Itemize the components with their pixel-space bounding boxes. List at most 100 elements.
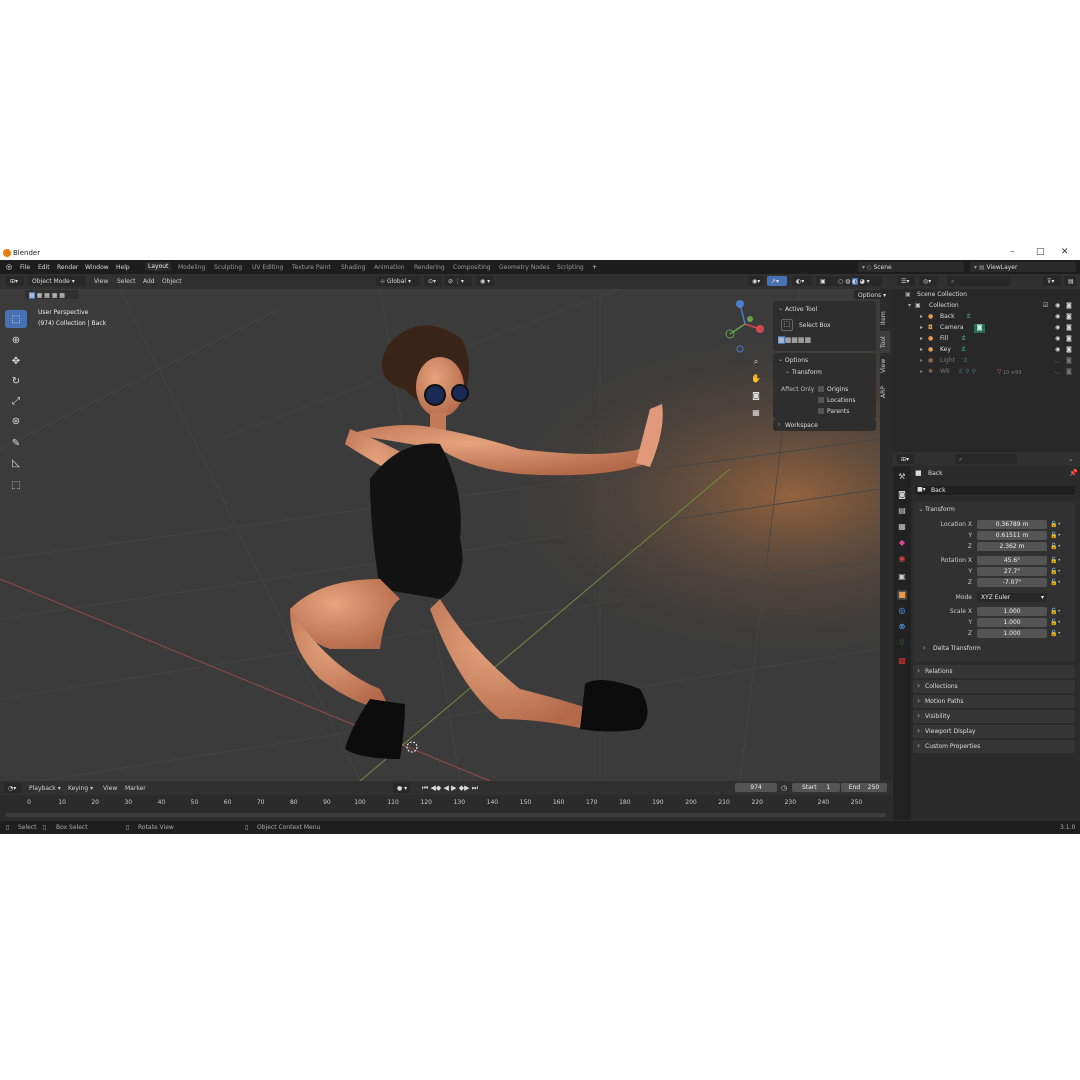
eye-icon[interactable]: ◉ [1055, 346, 1060, 353]
camera-view-icon[interactable]: ◙ [749, 389, 763, 403]
object-data-tab-icon[interactable]: ♢ [897, 638, 907, 648]
overlay-icon[interactable]: ◐▾ [792, 276, 812, 286]
outliner-row-back[interactable]: ▸ ● Back ☡ ◉ ◙ [893, 313, 1080, 324]
render-tab-icon[interactable]: ◙ [897, 490, 907, 500]
timeline-menu-marker[interactable]: Marker [125, 785, 146, 792]
chevron-down-icon[interactable]: ⌄ [778, 356, 783, 363]
editor-type-icon[interactable]: ⊞▾ [6, 276, 24, 286]
object-name-field[interactable]: Back [915, 486, 1075, 495]
pin-icon[interactable]: 📌 [1069, 469, 1078, 477]
minimize-icon[interactable]: – [1010, 247, 1015, 257]
locations-checkbox[interactable] [818, 397, 824, 403]
record-icon[interactable]: ● ▾ [393, 783, 411, 793]
texture-tab-icon[interactable]: ▩ [897, 656, 907, 666]
rotation-mode-select[interactable]: XYZ Euler ▾ [977, 593, 1047, 602]
tab-view[interactable]: View [880, 355, 890, 377]
current-frame-field[interactable]: 974 [735, 783, 777, 792]
rotation-z-field[interactable]: -7.07° [977, 578, 1047, 587]
timeline-menu-playback[interactable]: Playback ▾ [29, 785, 61, 792]
location-x-field[interactable]: 0.36789 m [977, 520, 1047, 529]
viewport-menu-select[interactable]: Select [117, 278, 136, 285]
properties-search-input[interactable]: ⌕ [955, 454, 1017, 464]
parents-checkbox[interactable] [818, 408, 824, 414]
zoom-icon[interactable]: ⌕ [749, 355, 763, 369]
active-tool-title[interactable]: Active Tool [785, 306, 817, 313]
eye-icon[interactable]: ◉ [1055, 324, 1060, 331]
timeline-scrollbar[interactable] [6, 813, 886, 817]
tab-animation[interactable]: Animation [374, 264, 405, 271]
chevron-down-icon[interactable]: ⌄ [1068, 455, 1074, 463]
outliner-row-fill[interactable]: ▸ ● Fill ☡ ◉ ◙ [893, 335, 1080, 346]
section-viewport-display[interactable]: Viewport Display [913, 725, 1075, 738]
lock-icons-scale[interactable]: 🔓• 🔓• 🔓• [1050, 606, 1061, 639]
eye-closed-icon[interactable]: ◡ [1055, 357, 1060, 364]
tab-geometry-nodes[interactable]: Geometry Nodes [499, 264, 550, 271]
world-tab-icon[interactable]: ◉ [897, 554, 907, 564]
lock-icons-rotation[interactable]: 🔓• 🔓• 🔓• [1050, 555, 1061, 588]
transform-subtitle[interactable]: Transform [792, 369, 822, 376]
menu-help[interactable]: Help [116, 264, 130, 271]
end-frame-field[interactable]: End 250 [841, 783, 887, 792]
pivot-icon[interactable]: ⊙▾ [424, 276, 442, 286]
playback-controls[interactable]: ⏮ ◀◆ ◀ ▶ ◆▶ ⏭ [418, 782, 486, 792]
constraints-tab-icon[interactable]: ⊗ [897, 622, 907, 632]
outliner-row-camera[interactable]: ▸ ◘ Camera ◙ ◉ ◙ [893, 324, 1080, 335]
rotation-x-field[interactable]: 45.6° [977, 556, 1047, 565]
rotation-y-field[interactable]: 27.7° [977, 567, 1047, 576]
menu-edit[interactable]: Edit [38, 264, 50, 271]
scale-z-field[interactable]: 1.000 [977, 629, 1047, 638]
view-layer-selector[interactable]: ▾ ▤ ViewLayer [970, 262, 1076, 272]
workspace-panel[interactable]: › Workspace [773, 419, 876, 431]
orientation-selector[interactable]: ⊹ Global ▾ [376, 276, 420, 286]
start-frame-field[interactable]: Start 1 [792, 783, 840, 792]
options-title[interactable]: Options [785, 357, 808, 364]
section-collections[interactable]: Collections [913, 680, 1075, 693]
outliner-editor-icon[interactable]: ☰▾ [897, 276, 915, 286]
menu-render[interactable]: Render [57, 264, 78, 271]
move-tool-icon[interactable]: ✥ [5, 352, 27, 370]
shading-modes[interactable]: ○ ◍ ◐ ◕ ▾ [834, 276, 882, 286]
filter-icon[interactable]: ⊽▾ [1043, 276, 1061, 286]
location-z-field[interactable]: 2.362 m [977, 542, 1047, 551]
camera-icon[interactable]: ◙ [1066, 302, 1072, 309]
properties-editor-icon[interactable]: ⊞▾ [897, 454, 915, 464]
section-visibility[interactable]: Visibility [913, 710, 1075, 723]
origins-checkbox[interactable] [818, 386, 824, 392]
checkbox-icon[interactable]: ☑ [1043, 302, 1048, 309]
lock-icons-location[interactable]: 🔓• 🔓• 🔓• [1050, 519, 1061, 552]
outliner-row-key[interactable]: ▸ ● Key ☡ ◉ ◙ [893, 346, 1080, 357]
ortho-grid-icon[interactable]: ▦ [749, 406, 763, 420]
scene-tab-icon[interactable]: ◆ [897, 538, 907, 548]
camera-icon[interactable]: ◙ [1066, 346, 1072, 353]
viewport-menu-view[interactable]: View [94, 278, 108, 285]
select-box-tool-icon[interactable]: ⬚ [5, 310, 27, 328]
new-collection-icon[interactable]: ▤ [1064, 276, 1076, 286]
tab-modeling[interactable]: Modeling [178, 264, 205, 271]
options-dropdown[interactable]: Options ▾ [854, 290, 888, 299]
menu-window[interactable]: Window [85, 264, 109, 271]
eye-icon[interactable]: ◉ [1055, 302, 1060, 309]
camera-icon[interactable]: ◙ [1066, 324, 1072, 331]
location-y-field[interactable]: 0.61511 m [977, 531, 1047, 540]
view-layer-tab-icon[interactable]: ▦ [897, 522, 907, 532]
transform-title[interactable]: Transform [925, 506, 955, 513]
section-relations[interactable]: Relations [913, 665, 1075, 678]
output-tab-icon[interactable]: ▤ [897, 506, 907, 516]
add-cube-tool-icon[interactable]: ⬚ [5, 476, 27, 494]
transform-tool-icon[interactable]: ⊛ [5, 412, 27, 430]
outliner-row-collection[interactable]: ▾ ▣ Collection ☑ ◉ ◙ [893, 302, 1080, 313]
chevron-down-icon[interactable]: ⌄ [785, 368, 790, 375]
scene-selector[interactable]: ▾ ◇ Scene [858, 262, 964, 272]
physics-tab-icon[interactable]: ◎ [897, 606, 907, 616]
tab-uv-editing[interactable]: UV Editing [252, 264, 283, 271]
camera-icon[interactable]: ◙ [1066, 357, 1072, 364]
timeline-editor-icon[interactable]: ◔▾ [4, 783, 22, 793]
tab-compositing[interactable]: Compositing [453, 264, 491, 271]
chevron-down-icon[interactable]: ⌄ [918, 505, 924, 513]
scale-y-field[interactable]: 1.000 [977, 618, 1047, 627]
camera-icon[interactable]: ◙ [1066, 368, 1072, 375]
proportional-edit-icon[interactable]: ◉ ▾ [476, 276, 494, 286]
visibility-icon[interactable]: ◉▾ [748, 276, 764, 286]
tab-item[interactable]: Item [880, 307, 890, 329]
rotate-tool-icon[interactable]: ↻ [5, 372, 27, 390]
